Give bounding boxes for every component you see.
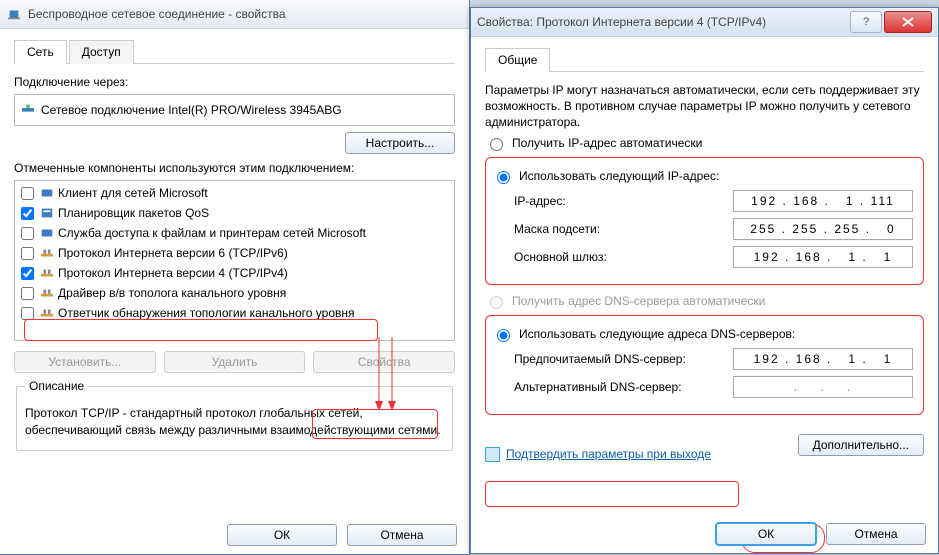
connect-via-label: Подключение через: — [14, 74, 455, 90]
confirm-on-exit-label: Подтвердить параметры при выходе — [506, 447, 711, 461]
tabs: Общие — [485, 47, 924, 72]
component-checkbox[interactable] — [21, 267, 34, 280]
wireless-connection-properties-window: Беспроводное сетевое соединение - свойст… — [0, 0, 470, 555]
component-icon — [40, 246, 54, 260]
titlebar[interactable]: Беспроводное сетевое соединение - свойст… — [0, 0, 469, 29]
dns-manual-radio[interactable]: Использовать следующие адреса DNS-сервер… — [492, 326, 917, 342]
adapter-name: Сетевое подключение Intel(R) PRO/Wireles… — [41, 103, 342, 117]
component-checkbox[interactable] — [21, 207, 34, 220]
window-body: Сеть Доступ Подключение через: Сетевое п… — [0, 29, 469, 461]
component-icon — [40, 266, 54, 280]
app-icon — [6, 6, 22, 22]
component-checkbox[interactable] — [21, 287, 34, 300]
intro-text: Параметры IP могут назначаться автоматич… — [485, 82, 924, 131]
dns2-input[interactable] — [733, 376, 913, 398]
tab-network[interactable]: Сеть — [14, 40, 67, 64]
ip-manual-radio[interactable]: Использовать следующий IP-адрес: — [492, 168, 917, 184]
component-icon — [40, 186, 54, 200]
description-group: Описание Протокол TCP/IP - стандартный п… — [16, 379, 453, 450]
dns1-input[interactable] — [733, 348, 913, 370]
remove-button[interactable]: Удалить — [164, 351, 306, 373]
ip-auto-label: Получить IP-адрес автоматически — [512, 136, 702, 150]
list-item[interactable]: Служба доступа к файлам и принтерам сете… — [17, 223, 452, 243]
confirm-on-exit-row[interactable]: Подтвердить параметры при выходе — [485, 447, 711, 462]
tab-general[interactable]: Общие — [485, 48, 550, 72]
dns1-label: Предпочитаемый DNS-сервер: — [514, 352, 721, 366]
ip-manual-group: Использовать следующий IP-адрес: IP-адре… — [485, 157, 924, 285]
dialog-buttons: ОК Отмена — [716, 523, 926, 545]
dns-auto-radio: Получить адрес DNS-сервера автоматически — [485, 293, 924, 309]
dns-manual-label: Использовать следующие адреса DNS-сервер… — [519, 327, 795, 341]
description-text: Протокол TCP/IP - стандартный протокол г… — [25, 405, 444, 437]
advanced-button[interactable]: Дополнительно... — [798, 434, 924, 456]
component-label: Служба доступа к файлам и принтерам сете… — [58, 226, 366, 240]
component-checkbox[interactable] — [21, 307, 34, 320]
list-item[interactable]: Протокол Интернета версии 6 (TCP/IPv6) — [17, 243, 452, 263]
dns-manual-group: Использовать следующие адреса DNS-сервер… — [485, 315, 924, 415]
component-checkbox[interactable] — [21, 187, 34, 200]
gw-label: Основной шлюз: — [514, 250, 721, 264]
components-list[interactable]: Клиент для сетей Microsoft Планировщик па… — [14, 180, 455, 341]
mask-label: Маска подсети: — [514, 222, 721, 236]
configure-button[interactable]: Настроить... — [345, 132, 455, 154]
ip-label: IP-адрес: — [514, 194, 721, 208]
component-icon — [40, 306, 54, 320]
radio-ip-manual[interactable] — [497, 171, 510, 184]
tabs: Сеть Доступ — [14, 39, 455, 64]
ip-input[interactable] — [733, 190, 913, 212]
list-item[interactable]: Протокол Интернета версии 4 (TCP/IPv4) — [17, 263, 452, 283]
radio-dns-manual[interactable] — [497, 329, 510, 342]
component-label: Планировщик пакетов QoS — [58, 206, 209, 220]
checkbox-icon[interactable] — [485, 447, 500, 462]
list-item[interactable]: Драйвер в/в тополога канального уровня — [17, 283, 452, 303]
list-item[interactable]: Планировщик пакетов QoS — [17, 203, 452, 223]
radio-dns-auto — [490, 296, 503, 309]
component-label: Протокол Интернета версии 6 (TCP/IPv6) — [58, 246, 288, 260]
component-label: Протокол Интернета версии 4 (TCP/IPv4) — [58, 266, 288, 280]
ip-auto-radio[interactable]: Получить IP-адрес автоматически — [485, 135, 924, 151]
ok-button[interactable]: ОК — [716, 523, 816, 545]
component-icon — [40, 206, 54, 220]
radio-ip-auto[interactable] — [490, 138, 503, 151]
titlebar[interactable]: Свойства: Протокол Интернета версии 4 (T… — [471, 8, 938, 37]
close-button[interactable] — [884, 11, 932, 33]
highlight-confirm — [485, 481, 739, 507]
list-item[interactable]: Клиент для сетей Microsoft — [17, 183, 452, 203]
window-title: Беспроводное сетевое соединение - свойст… — [28, 7, 286, 21]
component-checkbox[interactable] — [21, 247, 34, 260]
window-title: Свойства: Протокол Интернета версии 4 (T… — [477, 15, 766, 29]
window-buttons: ? — [848, 11, 932, 33]
window-body: Общие Параметры IP могут назначаться авт… — [471, 37, 938, 554]
component-label: Клиент для сетей Microsoft — [58, 186, 208, 200]
component-actions: Установить... Удалить Свойства — [14, 351, 455, 373]
list-item[interactable]: Ответчик обнаружения топологии канальног… — [17, 303, 452, 323]
tab-access[interactable]: Доступ — [69, 40, 134, 64]
mask-input[interactable] — [733, 218, 913, 240]
component-icon — [40, 286, 54, 300]
properties-button[interactable]: Свойства — [313, 351, 455, 373]
dns2-label: Альтернативный DNS-сервер: — [514, 380, 721, 394]
cancel-button[interactable]: Отмена — [826, 523, 926, 545]
dialog-buttons: ОК Отмена — [227, 524, 457, 546]
tcpip-properties-window: Свойства: Протокол Интернета версии 4 (T… — [470, 7, 939, 554]
ok-button[interactable]: ОК — [227, 524, 337, 546]
install-button[interactable]: Установить... — [14, 351, 156, 373]
dns-auto-label: Получить адрес DNS-сервера автоматически — [512, 294, 765, 308]
help-button[interactable]: ? — [850, 11, 882, 33]
adapter-icon — [21, 102, 35, 119]
gw-input[interactable] — [733, 246, 913, 268]
component-label: Драйвер в/в тополога канального уровня — [58, 286, 286, 300]
component-icon — [40, 226, 54, 240]
component-label: Ответчик обнаружения топологии канальног… — [58, 306, 355, 320]
component-checkbox[interactable] — [21, 227, 34, 240]
components-label: Отмеченные компоненты используются этим … — [14, 160, 455, 176]
cancel-button[interactable]: Отмена — [347, 524, 457, 546]
adapter-field: Сетевое подключение Intel(R) PRO/Wireles… — [14, 94, 455, 126]
description-legend: Описание — [25, 379, 88, 393]
ip-manual-label: Использовать следующий IP-адрес: — [519, 169, 719, 183]
